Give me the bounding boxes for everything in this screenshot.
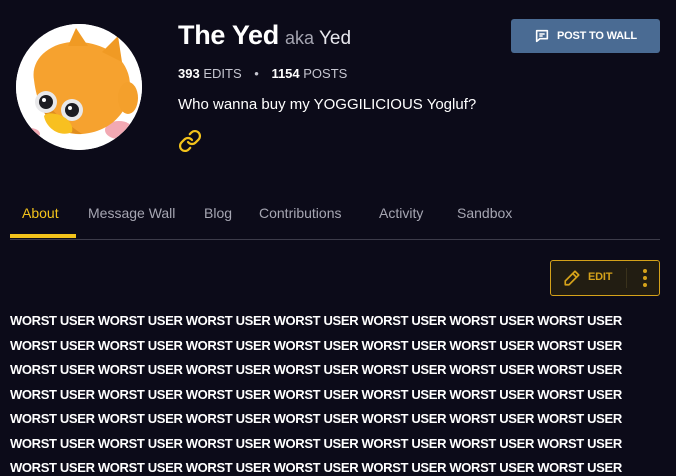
profile-stats: 393 EDITS • 1154 POSTS — [178, 66, 347, 81]
tab-sandbox[interactable]: Sandbox — [457, 205, 512, 221]
active-tab-indicator — [10, 234, 76, 238]
content-line: WORST USER WORST USER WORST USER WORST U… — [10, 386, 622, 402]
content-line: WORST USER WORST USER WORST USER WORST U… — [10, 337, 622, 353]
content-line: WORST USER WORST USER WORST USER WORST U… — [10, 411, 622, 426]
post-to-wall-button[interactable]: POST TO WALL — [511, 19, 660, 53]
link-icon[interactable] — [178, 129, 202, 153]
tab-contributions[interactable]: Contributions — [259, 205, 342, 221]
tab-about[interactable]: About — [22, 205, 59, 221]
profile-bio: Who wanna buy my YOGGILICIOUS Yogluf? — [178, 96, 477, 113]
edit-button[interactable]: EDIT — [550, 260, 660, 296]
content-line: WORST USER WORST USER WORST USER WORST U… — [10, 313, 622, 328]
edits-label[interactable]: EDITS — [203, 66, 241, 81]
stats-separator: • — [254, 66, 259, 81]
name-row: The Yed aka Yed — [178, 20, 351, 51]
avatar-image — [16, 24, 142, 150]
posts-label: POSTS — [303, 66, 348, 81]
message-square-icon — [535, 29, 549, 43]
tab-blog[interactable]: Blog — [204, 205, 232, 221]
edit-label: EDIT — [588, 271, 613, 283]
tab-activity[interactable]: Activity — [379, 205, 423, 221]
posts-count: 1154 — [271, 66, 300, 81]
user-profile-page: The Yed aka Yed 393 EDITS • 1154 POSTS W… — [0, 0, 676, 476]
profile-tabs: About Message Wall Blog Contributions Ac… — [10, 196, 660, 240]
about-content: WORST USER WORST USER WORST USER WORST U… — [10, 309, 660, 476]
aka-name: Yed — [318, 28, 352, 49]
edit-divider — [626, 268, 627, 288]
tab-message-wall[interactable]: Message Wall — [88, 205, 175, 221]
content-line: WORST USER WORST USER WORST USER WORST U… — [10, 435, 622, 451]
avatar[interactable] — [16, 24, 142, 150]
profile-display-name: The Yed — [178, 20, 279, 50]
post-to-wall-label: POST TO WALL — [557, 30, 637, 42]
content-line: WORST USER WORST USER WORST USER WORST U… — [10, 460, 622, 475]
aka-label: aka — [284, 28, 314, 48]
more-vertical-icon[interactable] — [635, 261, 655, 295]
edits-count: 393 — [178, 66, 200, 81]
pencil-icon — [564, 270, 580, 286]
content-line: WORST USER WORST USER WORST USER WORST U… — [10, 362, 622, 377]
